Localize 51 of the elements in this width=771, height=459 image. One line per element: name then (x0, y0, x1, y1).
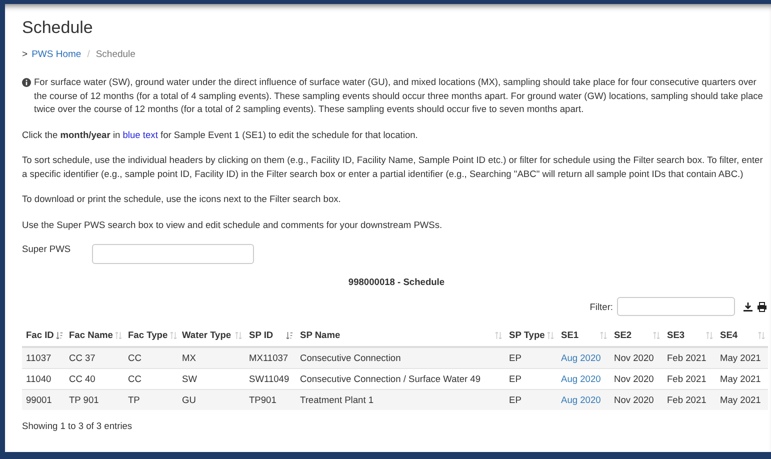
table-cell: CC (128, 353, 142, 363)
table-cell: CC 40 (69, 374, 96, 384)
table-cell: May 2021 (720, 374, 761, 384)
table-cell: 99001 (26, 395, 52, 405)
table-cell: Feb 2021 (667, 395, 706, 405)
instruction-paragraph: To sort schedule, use the individual headers by clicking on them (e.g., Facility ID, Facility Name, Sample Point ID etc.) or filter for schedule using the Filter search box. To filter, enter a specific identifier (e.g., sample point ID, Facility ID) in the Filter search box or enter a partial identifier (e.g., Searching "ABC" will return all sample point IDs that contain ABC.) (22, 154, 764, 181)
info-paragraph: For surface water (SW), ground water under the direct influence of surface water (GU), and mixed locations (MX), sampling should take place for four consecutive quarters over the course of 12 months (for a total of 4 sampling events). These sampling events should occur three months apart. For ground water (GW) locations, sampling should take place twice over the course of 12 months (for a total of 2 sampling events). These sampling events should occur five to seven months apart. (34, 76, 764, 116)
table-cell: SW (182, 374, 197, 384)
breadcrumb-divider: / (86, 49, 91, 60)
table-cell: Consecutive Connection / Surface Water 49 (300, 374, 481, 384)
table-cell: Treatment Plant 1 (300, 395, 374, 405)
table-cell: CC (128, 374, 142, 384)
table-cell: GU (182, 395, 196, 405)
table-cell: EP (509, 374, 522, 384)
table-cell: MX11037 (249, 353, 288, 363)
table-cell: 11037 (26, 353, 52, 363)
table-cell: SW11049 (249, 374, 290, 384)
table-cell: EP (509, 353, 522, 363)
download-icon[interactable] (743, 302, 753, 312)
table-cell: Feb 2021 (667, 374, 706, 384)
table-cell: Consecutive Connection (300, 353, 401, 363)
table-cell: Nov 2020 (614, 395, 654, 405)
page-title: Schedule (22, 18, 94, 38)
table-cell: EP (509, 395, 522, 405)
table-cell: Nov 2020 (614, 374, 654, 384)
filter-field[interactable] (617, 297, 735, 316)
table-cell: CC 37 (69, 353, 96, 363)
breadcrumb-current: Schedule (96, 49, 136, 60)
entries-info: Showing 1 to 3 of 3 entries (22, 421, 134, 431)
table-cell: Nov 2020 (614, 353, 654, 363)
table-cell: MX (182, 353, 196, 363)
breadcrumb-marker: > (22, 49, 28, 60)
table-cell: May 2021 (720, 395, 761, 405)
table-cell: TP901 (249, 395, 276, 405)
table-cell: 11040 (26, 374, 52, 384)
table-title: 998000018 - Schedule (347, 277, 446, 287)
instruction-paragraph: To download or print the schedule, use the icons next to the Filter search box. (22, 193, 342, 206)
breadcrumb-link[interactable]: PWS Home (32, 49, 82, 60)
instruction-paragraph: Use the Super PWS search box to view and edit schedule and comments for your downstream PWSs. (22, 218, 444, 232)
table-cell: May 2021 (720, 353, 761, 363)
table-cell: Feb 2021 (667, 353, 706, 363)
super-pws-field[interactable] (92, 244, 254, 264)
table-cell: TP 901 (69, 395, 99, 405)
month-link[interactable]: Aug 2020 (561, 374, 601, 384)
super-pws-label: Super PWS (22, 244, 72, 254)
instruction-paragraph: Click the month/year in blue text for Sample Event 1 (SE1) to edit the schedule for that location. (22, 128, 419, 142)
table-cell: TP (128, 395, 140, 405)
filter-label: Filter: (590, 302, 613, 312)
info-icon (22, 78, 31, 87)
print-icon[interactable] (757, 302, 767, 312)
highlighted-text: blue text (122, 130, 158, 140)
